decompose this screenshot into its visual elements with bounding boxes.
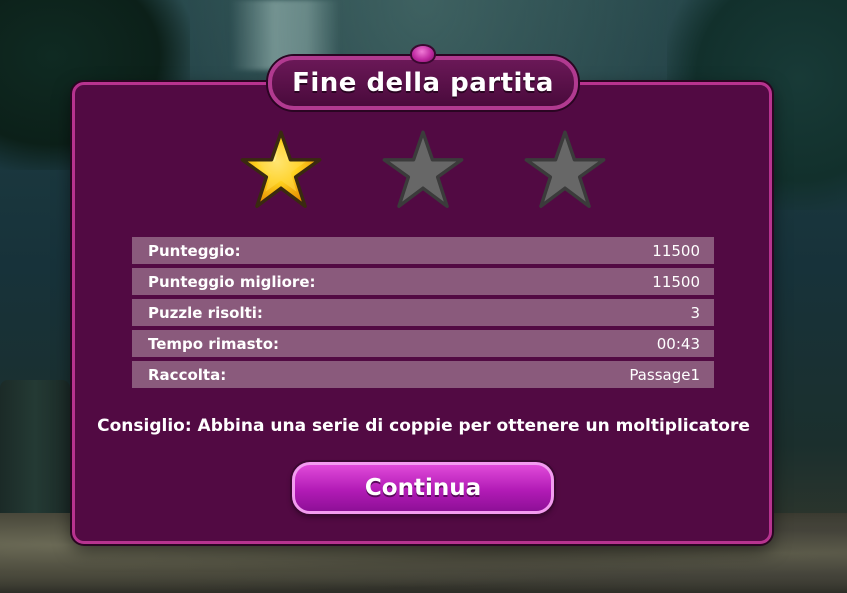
- stat-label: Punteggio migliore:: [148, 272, 316, 291]
- gem-icon: [412, 46, 434, 62]
- continue-button[interactable]: Continua: [292, 462, 554, 514]
- dialog-title: Fine della partita: [292, 68, 554, 98]
- stat-value: Passage1: [629, 365, 700, 384]
- stat-row-time-left: Tempo rimasto: 00:43: [132, 330, 714, 357]
- stat-value: 3: [690, 303, 700, 322]
- stat-label: Punteggio:: [148, 241, 241, 260]
- stat-row-score: Punteggio: 11500: [132, 237, 714, 264]
- star-empty-icon: [522, 128, 608, 214]
- stat-row-best-score: Punteggio migliore: 11500: [132, 268, 714, 295]
- stat-row-collection: Raccolta: Passage1: [132, 361, 714, 388]
- stat-row-puzzles-solved: Puzzle risolti: 3: [132, 299, 714, 326]
- stat-label: Raccolta:: [148, 365, 227, 384]
- stat-value: 11500: [652, 272, 700, 291]
- title-plate: Fine della partita: [268, 56, 578, 110]
- stat-value: 00:43: [656, 334, 700, 353]
- stat-value: 11500: [652, 241, 700, 260]
- star-filled-icon: [238, 128, 324, 214]
- stat-label: Tempo rimasto:: [148, 334, 280, 353]
- stat-label: Puzzle risolti:: [148, 303, 263, 322]
- tip-text: Consiglio: Abbina una serie di coppie pe…: [97, 416, 750, 436]
- star-rating: [238, 128, 618, 218]
- star-empty-icon: [380, 128, 466, 214]
- stats-table: Punteggio: 11500 Punteggio migliore: 115…: [132, 237, 714, 392]
- continue-button-label: Continua: [364, 475, 482, 501]
